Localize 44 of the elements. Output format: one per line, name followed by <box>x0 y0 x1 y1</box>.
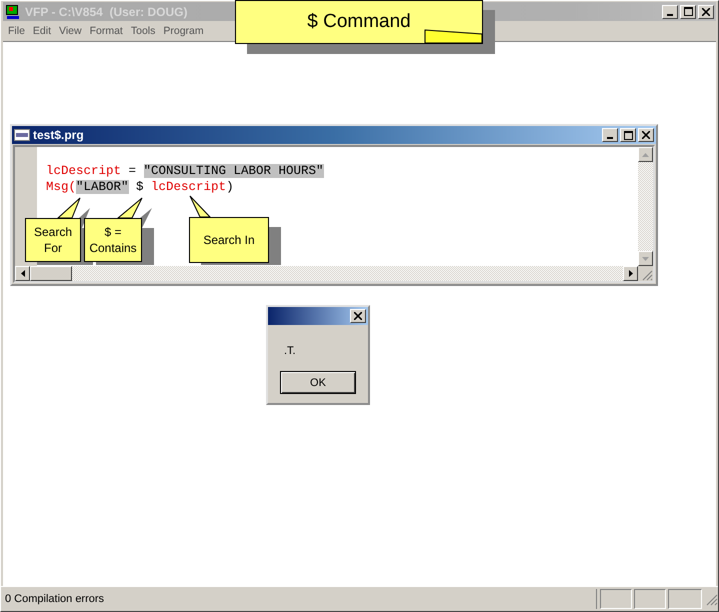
callout: Search In <box>189 217 269 263</box>
close-button[interactable] <box>638 128 654 142</box>
menu-item[interactable]: Format <box>86 25 127 37</box>
status-text: 0 Compilation errors <box>4 593 104 605</box>
code-line: Msg("LABOR" $ lcDescript) <box>46 180 234 194</box>
minimize-icon <box>607 137 613 139</box>
minimize-icon <box>667 14 673 16</box>
maximize-icon <box>684 7 692 16</box>
callout: $ Command <box>235 0 483 44</box>
menu-item[interactable]: Tools <box>126 25 160 37</box>
app-icon <box>5 4 21 20</box>
maximize-button[interactable] <box>620 128 636 142</box>
menu-item[interactable]: File <box>4 25 29 37</box>
window-title: test$.prg <box>33 128 84 142</box>
minimize-button[interactable] <box>602 128 618 142</box>
minimize-button[interactable] <box>662 4 678 18</box>
menu-item[interactable]: Program <box>159 25 208 37</box>
scroll-thumb[interactable] <box>30 266 72 281</box>
callout-pointer <box>116 198 142 218</box>
ok-button[interactable]: OK <box>280 371 356 394</box>
status-panel <box>634 589 666 609</box>
close-button[interactable] <box>350 309 366 323</box>
close-icon <box>702 8 710 16</box>
callout-pointer <box>190 196 212 218</box>
right-arrow-icon <box>628 270 632 277</box>
horizontal-scrollbar[interactable] <box>15 266 653 281</box>
code-line: lcDescript = "CONSULTING LABOR HOURS" <box>46 164 324 178</box>
status-panel <box>668 589 702 609</box>
left-arrow-icon <box>20 270 24 277</box>
status-panel <box>600 589 632 609</box>
maximize-button[interactable] <box>680 4 696 18</box>
vertical-scrollbar[interactable] <box>638 147 653 266</box>
dialog-message: .T. <box>284 345 297 357</box>
maximize-icon <box>624 130 632 140</box>
close-button[interactable] <box>698 4 714 18</box>
document-icon <box>14 129 30 141</box>
menu-item[interactable]: Edit <box>28 25 56 37</box>
menu-item[interactable]: View <box>55 25 86 37</box>
up-arrow-icon <box>642 152 649 156</box>
down-arrow-icon <box>642 256 649 260</box>
resize-grip-icon <box>704 592 718 606</box>
callout-pointer <box>56 198 80 218</box>
close-icon <box>354 312 362 320</box>
close-icon <box>642 131 650 139</box>
